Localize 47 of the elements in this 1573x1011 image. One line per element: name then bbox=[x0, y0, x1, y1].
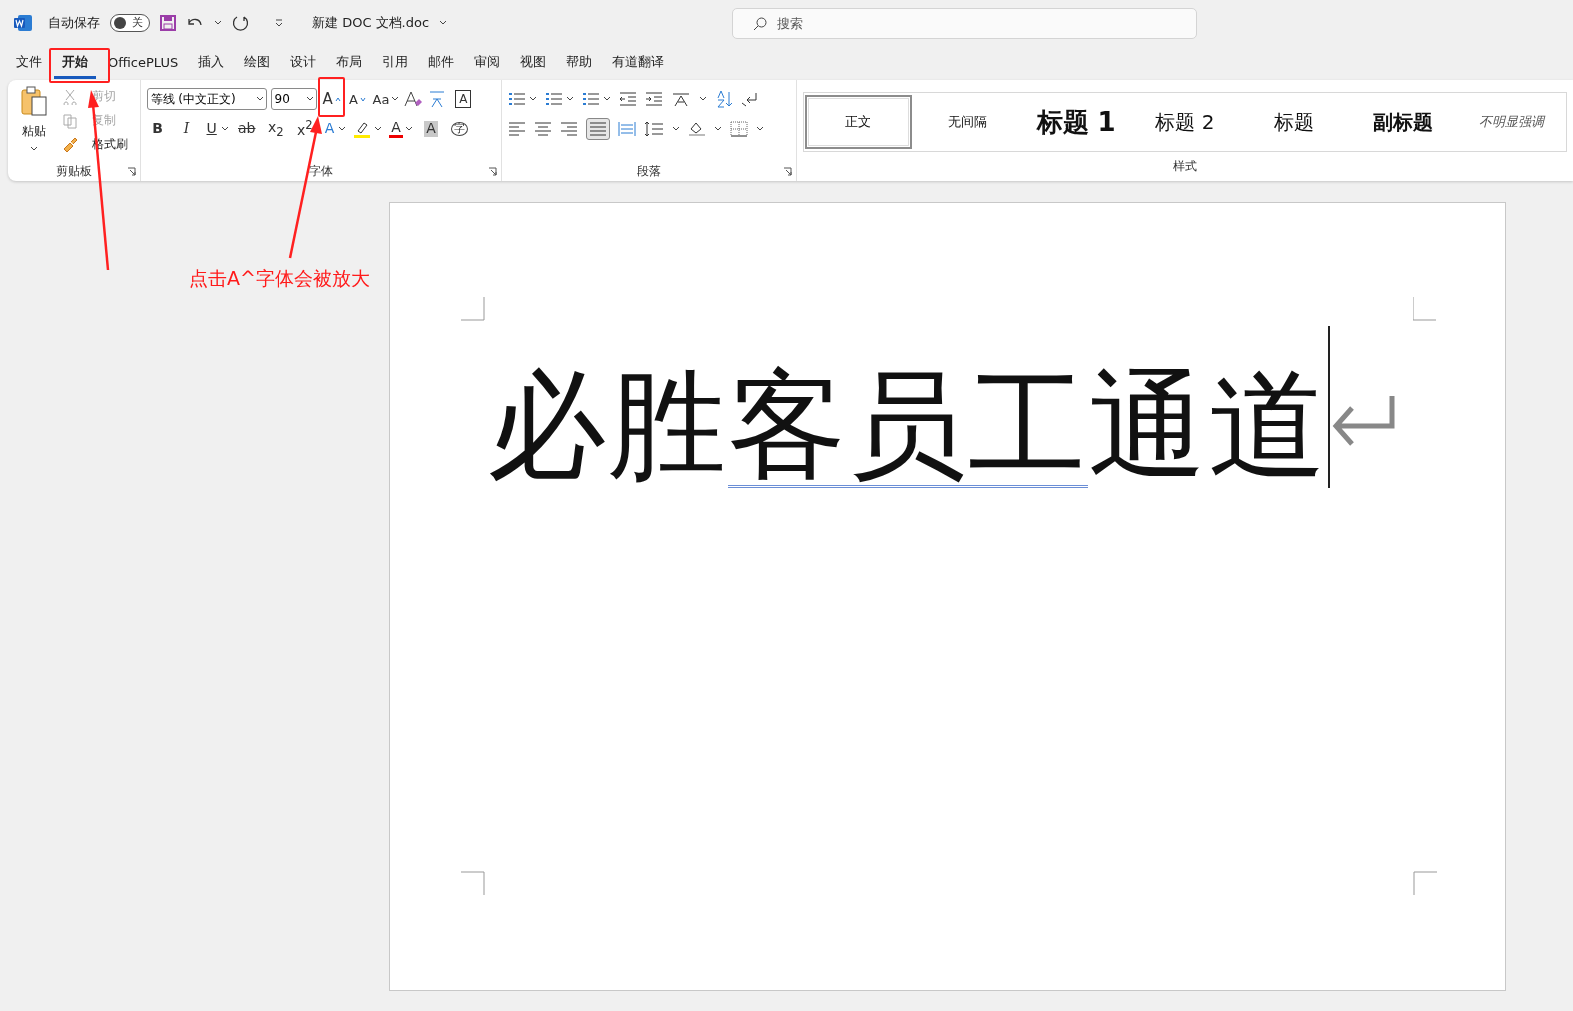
font-format-button[interactable]: A bbox=[419, 117, 442, 141]
group-title: 字体 bbox=[307, 163, 334, 180]
document-text: 必胜 bbox=[488, 364, 728, 488]
font-format-button[interactable]: A bbox=[389, 117, 413, 141]
menu-tab[interactable]: 插入 bbox=[190, 48, 233, 79]
font-format-button[interactable]: I bbox=[175, 117, 198, 141]
menu-tab[interactable]: 审阅 bbox=[466, 48, 509, 79]
autosave-label: 自动保存 bbox=[48, 13, 100, 32]
style-item[interactable]: 不明显强调 bbox=[1458, 95, 1565, 149]
group-title: 段落 bbox=[636, 163, 663, 180]
grow-font-button[interactable]: A bbox=[320, 87, 343, 111]
document-text: 通道 bbox=[1088, 364, 1328, 488]
search-field[interactable]: 搜索 bbox=[732, 8, 1197, 39]
menu-tab[interactable]: 帮助 bbox=[558, 48, 601, 79]
style-item[interactable]: 副标题 bbox=[1349, 95, 1457, 149]
style-item[interactable]: 正文 bbox=[805, 95, 912, 149]
menu-tab[interactable]: 邮件 bbox=[420, 48, 463, 79]
font-format-button[interactable]: x$^{2}$ bbox=[293, 117, 316, 141]
shrink-font-button[interactable]: A bbox=[346, 87, 369, 111]
autosave-toggle[interactable]: 关 bbox=[110, 13, 150, 32]
font-format-button[interactable]: ab bbox=[235, 117, 258, 141]
menu-tab[interactable]: 引用 bbox=[374, 48, 417, 79]
font-format-button[interactable]: U bbox=[204, 117, 229, 141]
document-text: 客员工 bbox=[728, 364, 1088, 488]
group-title: 样式 bbox=[1172, 158, 1198, 175]
menu-tab[interactable]: 文件 bbox=[8, 48, 50, 79]
change-case-button[interactable]: Aa bbox=[372, 87, 400, 111]
font-format-button[interactable]: B bbox=[146, 117, 169, 141]
group-title: 剪贴板 bbox=[54, 163, 93, 180]
menu-tab[interactable]: 布局 bbox=[328, 48, 371, 79]
character-border-button[interactable]: A bbox=[455, 90, 472, 108]
menu-tab[interactable]: 有道翻译 bbox=[604, 48, 673, 79]
menu-tab[interactable]: 绘图 bbox=[236, 48, 279, 79]
menu-tab[interactable]: 设计 bbox=[282, 48, 325, 79]
font-name-field[interactable]: 等线 (中文正文) bbox=[146, 88, 267, 110]
style-item[interactable]: 标题 bbox=[1240, 95, 1348, 149]
paste-button[interactable]: 粘贴 bbox=[22, 120, 46, 143]
font-format-button[interactable]: x$_{2}$ bbox=[264, 117, 287, 141]
annotation-caption: 点击A^字体会被放大 bbox=[189, 266, 370, 291]
document-title[interactable]: 新建 DOC 文档.doc bbox=[312, 13, 430, 32]
style-item[interactable]: 标题 1 bbox=[1022, 95, 1130, 149]
menu-tab[interactable]: 视图 bbox=[512, 48, 555, 79]
font-size-field[interactable]: 90 bbox=[270, 88, 317, 110]
font-format-button[interactable]: A bbox=[322, 117, 347, 141]
style-item[interactable]: 无间隔 bbox=[913, 95, 1021, 149]
style-item[interactable]: 标题 2 bbox=[1131, 95, 1239, 149]
menu-tab[interactable]: OfficePLUS bbox=[100, 48, 187, 79]
